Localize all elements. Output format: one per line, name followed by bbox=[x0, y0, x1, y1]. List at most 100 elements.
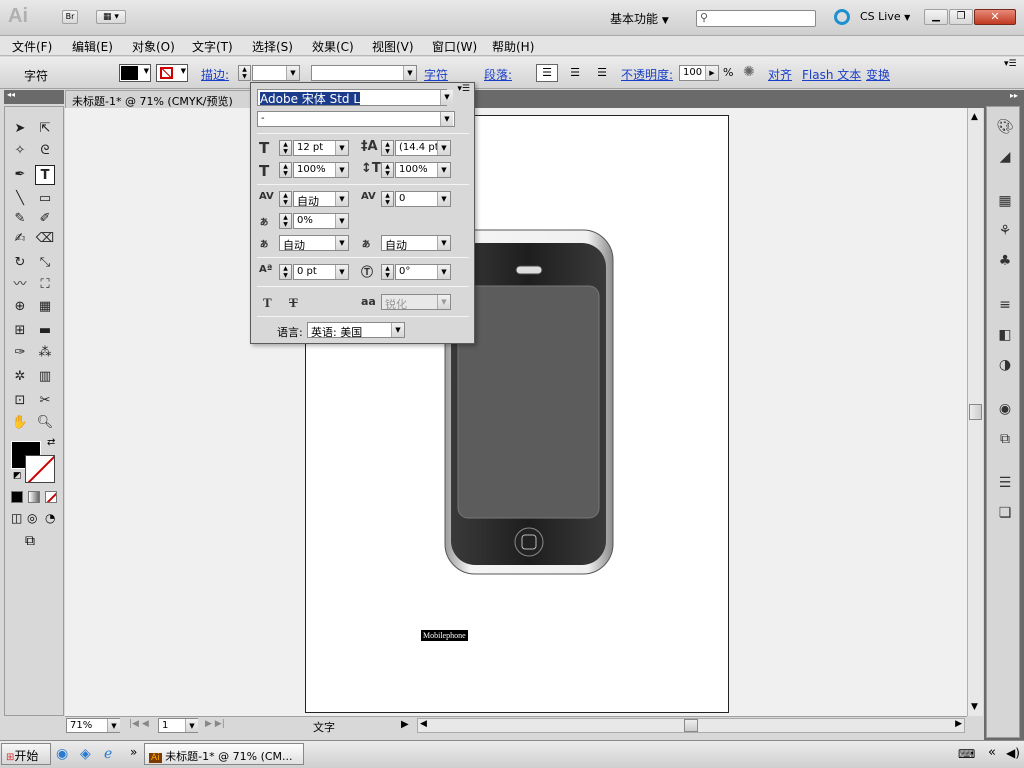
eyedropper-tool[interactable]: ✑ bbox=[10, 343, 30, 363]
lasso-tool[interactable]: ᘓ bbox=[35, 141, 55, 161]
leading-stepper[interactable]: ▲ ▼ bbox=[381, 140, 394, 156]
gradient-panel-icon[interactable]: ◧ bbox=[995, 325, 1015, 345]
type-tool[interactable]: T bbox=[35, 165, 55, 185]
ie-icon[interactable]: ℯ bbox=[104, 746, 112, 762]
explorer-icon[interactable]: ◈ bbox=[80, 746, 91, 762]
scale-tool[interactable]: ⤡ bbox=[35, 253, 55, 273]
menu-edit[interactable]: 编辑(E) bbox=[72, 38, 113, 55]
tracking-stepper[interactable]: ▲ ▼ bbox=[381, 191, 394, 207]
symbols-icon[interactable]: ♣ bbox=[995, 251, 1015, 271]
scroll-thumb[interactable] bbox=[684, 719, 698, 732]
chevron-down-icon[interactable]: ▼ bbox=[107, 719, 120, 732]
blend-tool[interactable]: ⁂ bbox=[35, 343, 55, 363]
pen-tool[interactable]: ✒ bbox=[10, 165, 30, 185]
menu-view[interactable]: 视图(V) bbox=[372, 38, 414, 55]
character-rotation-stepper[interactable]: ▲ ▼ bbox=[381, 264, 394, 280]
transform-link[interactable]: 变换 bbox=[866, 66, 890, 83]
recolor-icon[interactable]: ✺ bbox=[743, 64, 755, 80]
text-object[interactable]: Mobilephone bbox=[421, 630, 468, 641]
tray-expand-icon[interactable]: « bbox=[988, 745, 996, 760]
panel-menu-icon[interactable]: ▾☰ bbox=[457, 84, 470, 94]
last-artboard-icon[interactable]: ▶ ▶| bbox=[205, 719, 225, 729]
character-link[interactable]: 字符 bbox=[424, 66, 448, 83]
perspective-grid-tool[interactable]: ▦ bbox=[35, 297, 55, 317]
font-style-dropdown[interactable]: - bbox=[257, 111, 455, 127]
chevron-down-icon[interactable]: ▼ bbox=[335, 214, 348, 228]
font-size-stepper[interactable]: ▲ ▼ bbox=[279, 140, 292, 156]
layers-icon[interactable]: ☰ bbox=[995, 473, 1015, 493]
collapse-icon[interactable]: ◂◂ bbox=[7, 90, 15, 99]
pencil-tool[interactable]: ✐ bbox=[35, 209, 55, 229]
slice-tool[interactable]: ✂ bbox=[35, 391, 55, 411]
stroke-panel-icon[interactable]: ≡ bbox=[995, 295, 1015, 315]
draw-normal-icon[interactable]: ◫ bbox=[11, 511, 22, 525]
graphic-styles-icon[interactable]: ⧉ bbox=[995, 429, 1015, 449]
underline-icon[interactable]: T bbox=[263, 295, 272, 311]
none-mode-button[interactable] bbox=[45, 491, 57, 503]
scroll-down-icon[interactable]: ▼ bbox=[971, 702, 978, 712]
zoom-tool[interactable]: 🔍︎ bbox=[35, 413, 55, 433]
font-family-dropdown[interactable]: Adobe 宋体 Std L bbox=[257, 89, 447, 106]
panel-menu-icon[interactable]: ▾☰ bbox=[1004, 59, 1017, 69]
default-colors-icon[interactable]: ◩ bbox=[13, 471, 22, 481]
paragraph-link[interactable]: 段落: bbox=[484, 66, 512, 83]
stroke-color-indicator[interactable] bbox=[25, 455, 55, 483]
horizontal-scrollbar[interactable]: ◀ ▶ bbox=[417, 718, 965, 733]
align-left-button[interactable]: ☰ bbox=[536, 64, 558, 82]
swap-colors-icon[interactable]: ⇄ bbox=[47, 437, 55, 448]
arrange-documents-button[interactable]: ▦ ▾ bbox=[96, 10, 126, 24]
start-button[interactable]: ⊞开始 bbox=[1, 743, 51, 765]
gradient-mode-button[interactable] bbox=[28, 491, 40, 503]
taskbar-illustrator-button[interactable]: Ai 未标题-1* @ 71% (CM... bbox=[144, 743, 304, 765]
selection-tool[interactable]: ➤ bbox=[10, 119, 30, 139]
screen-mode-icon[interactable]: ⧉ bbox=[25, 533, 35, 549]
align-link[interactable]: 对齐 bbox=[768, 66, 792, 83]
workspace-switcher[interactable]: 基本功能 ▼ bbox=[610, 10, 669, 27]
kerning-stepper[interactable]: ▲ ▼ bbox=[279, 191, 292, 207]
fill-color-swatch[interactable]: ▼ bbox=[119, 64, 151, 82]
bridge-button[interactable]: Br bbox=[62, 10, 78, 24]
menu-help[interactable]: 帮助(H) bbox=[492, 38, 534, 55]
chevron-down-icon[interactable]: ▼ bbox=[286, 66, 299, 80]
more-icon[interactable]: » bbox=[130, 745, 137, 759]
vertical-scale-stepper[interactable]: ▲ ▼ bbox=[279, 162, 292, 178]
mesh-tool[interactable]: ⊞ bbox=[10, 321, 30, 341]
close-button[interactable]: ✕ bbox=[974, 9, 1016, 25]
color-panel-icon[interactable]: 🎨︎ bbox=[995, 117, 1015, 137]
vertical-scrollbar[interactable]: ▲ ▼ bbox=[967, 108, 983, 716]
chevron-down-icon[interactable]: ▼ bbox=[335, 192, 348, 206]
color-mode-button[interactable] bbox=[11, 491, 23, 503]
warp-tool[interactable]: 〰 bbox=[10, 275, 30, 295]
chevron-down-icon[interactable]: ▼ bbox=[403, 66, 416, 80]
align-center-button[interactable]: ☰ bbox=[565, 64, 585, 82]
blob-brush-tool[interactable]: ✍ bbox=[10, 229, 30, 249]
menu-type[interactable]: 文字(T) bbox=[192, 38, 233, 55]
tsume-stepper[interactable]: ▲ ▼ bbox=[279, 213, 292, 229]
scroll-left-icon[interactable]: ◀ bbox=[420, 719, 427, 729]
menu-window[interactable]: 窗口(W) bbox=[432, 38, 477, 55]
chevron-down-icon[interactable]: ▼ bbox=[440, 112, 453, 126]
chevron-down-icon[interactable]: ▼ bbox=[437, 265, 450, 279]
hand-tool[interactable]: ✋ bbox=[10, 413, 30, 433]
rectangle-tool[interactable]: ▭ bbox=[35, 189, 55, 209]
restore-button[interactable]: ❐ bbox=[949, 9, 973, 25]
draw-behind-icon[interactable]: ◎ bbox=[27, 511, 37, 525]
chevron-down-icon[interactable]: ▼ bbox=[437, 295, 450, 309]
first-artboard-icon[interactable]: |◀ ◀ bbox=[129, 719, 149, 729]
volume-icon[interactable]: ◀) bbox=[1006, 746, 1020, 760]
opacity-link[interactable]: 不透明度: bbox=[621, 66, 673, 83]
stroke-color-swatch[interactable]: ▼ bbox=[156, 64, 188, 82]
strikethrough-icon[interactable]: T bbox=[289, 295, 298, 311]
scroll-thumb[interactable] bbox=[969, 404, 982, 420]
draw-inside-icon[interactable]: ◔ bbox=[45, 511, 55, 525]
stroke-profile-dropdown[interactable] bbox=[311, 65, 417, 81]
chevron-down-icon[interactable]: ▼ bbox=[437, 236, 450, 250]
chevron-right-icon[interactable]: ▶ bbox=[705, 66, 718, 80]
artboard-tool[interactable]: ⊡ bbox=[10, 391, 30, 411]
chevron-down-icon[interactable]: ▼ bbox=[335, 265, 348, 279]
chevron-down-icon[interactable]: ▼ bbox=[335, 236, 348, 250]
help-search-input[interactable]: ⚲ bbox=[696, 10, 816, 27]
shape-builder-tool[interactable]: ⊕ bbox=[10, 297, 30, 317]
eraser-tool[interactable]: ⌫ bbox=[35, 229, 55, 249]
chevron-down-icon[interactable]: ▼ bbox=[437, 141, 450, 155]
